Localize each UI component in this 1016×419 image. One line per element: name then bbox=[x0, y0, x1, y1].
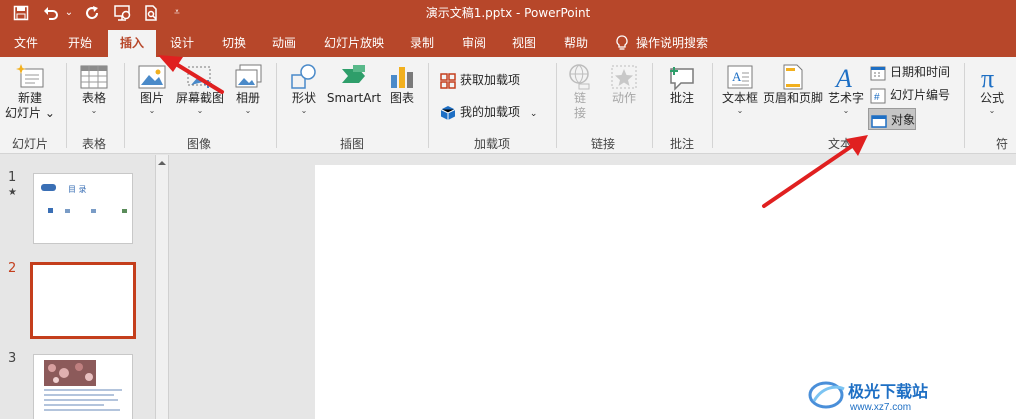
tab-view[interactable]: 视图 bbox=[502, 30, 546, 57]
group-label-text: 文本 bbox=[827, 137, 852, 151]
chevron-down-icon: ⌄ bbox=[90, 106, 98, 115]
chevron-down-icon: ⌄ bbox=[736, 106, 744, 115]
group-label-slides: 幻灯片 bbox=[11, 137, 48, 151]
watermark-text: 极光下载站 bbox=[848, 382, 928, 401]
chevron-down-icon: ⌄ bbox=[529, 109, 538, 119]
watermark-url: www.xz7.com bbox=[849, 402, 911, 413]
group-label-symbols: 符 bbox=[996, 137, 1009, 151]
new-slide-button[interactable]: 新建 幻灯片 ⌄ bbox=[4, 63, 56, 121]
tab-record[interactable]: 录制 bbox=[400, 30, 444, 57]
tab-transitions[interactable]: 切换 bbox=[212, 30, 256, 57]
store-icon bbox=[440, 72, 456, 89]
date-time-button[interactable]: 日期和时间 bbox=[870, 61, 950, 83]
link-button[interactable]: 链 接 bbox=[562, 63, 598, 121]
svg-text:π: π bbox=[981, 64, 994, 91]
header-footer-button[interactable]: 页眉和页脚 bbox=[762, 63, 824, 106]
my-addins-button[interactable]: 我的加载项 ⌄ bbox=[440, 101, 537, 123]
screenshot-button[interactable]: 屏幕截图 ⌄ bbox=[172, 63, 228, 115]
document-title: 演示文稿1.pptx - PowerPoint bbox=[425, 6, 591, 20]
object-icon bbox=[871, 114, 887, 128]
chart-button[interactable]: 图表 bbox=[384, 63, 420, 106]
title-bar: ⌄ ⩡ 演示文稿1.pptx - PowerPoint bbox=[0, 0, 1016, 27]
chevron-down-icon: ⌄ bbox=[300, 106, 308, 115]
group-label-tables: 表格 bbox=[81, 137, 106, 151]
lightbulb-icon[interactable] bbox=[612, 30, 632, 57]
table-button[interactable]: 表格 ⌄ bbox=[72, 63, 116, 115]
group-separator bbox=[964, 63, 965, 148]
slide-1-title: 目 录 bbox=[68, 185, 87, 194]
watermark: 极光下载站 www.xz7.com bbox=[806, 377, 1006, 413]
tab-slideshow[interactable]: 幻灯片放映 bbox=[318, 30, 390, 57]
group-separator bbox=[124, 63, 125, 148]
chevron-down-icon: ⌄ bbox=[244, 106, 252, 115]
wordart-button[interactable]: A 艺术字 ⌄ bbox=[826, 63, 866, 115]
chevron-down-icon: ⌄ bbox=[148, 106, 156, 115]
calendar-icon bbox=[870, 66, 886, 80]
group-label-images: 图像 bbox=[186, 137, 211, 151]
slide-1-preview: 目 录 bbox=[41, 184, 127, 213]
slide-number-icon: # bbox=[870, 88, 886, 103]
group-separator bbox=[428, 63, 429, 148]
object-button[interactable]: 对象 bbox=[868, 108, 916, 130]
smartart-button[interactable]: SmartArt bbox=[326, 63, 382, 106]
group-separator bbox=[66, 63, 67, 148]
animation-star-icon: ★ bbox=[8, 187, 17, 198]
chevron-down-icon: ⌄ bbox=[196, 106, 204, 115]
group-separator bbox=[276, 63, 277, 148]
ribbon-insert: 新建 幻灯片 ⌄ 幻灯片 表格 ⌄ 表格 图片 ⌄ 屏幕截图 ⌄ 相册 ⌄ 图像… bbox=[0, 57, 1016, 154]
equation-button[interactable]: π 公式 ⌄ bbox=[972, 63, 1012, 115]
tab-insert[interactable]: 插入 bbox=[108, 30, 156, 57]
tab-help[interactable]: 帮助 bbox=[554, 30, 598, 57]
thumbnail-scrollbar[interactable] bbox=[155, 155, 169, 419]
group-label-addins: 加载项 bbox=[473, 137, 510, 151]
slide-thumbnail-pane: 1 ★ 目 录 2 3 bbox=[0, 155, 155, 419]
picture-button[interactable]: 图片 ⌄ bbox=[132, 63, 172, 115]
slide-thumbnail-2[interactable] bbox=[30, 262, 136, 339]
tab-design[interactable]: 设计 bbox=[160, 30, 204, 57]
tab-home[interactable]: 开始 bbox=[58, 30, 102, 57]
addin-cube-icon bbox=[440, 105, 456, 120]
chevron-down-icon: ⌄ bbox=[988, 106, 996, 115]
scroll-up-icon[interactable] bbox=[156, 157, 168, 169]
svg-text:#: # bbox=[874, 92, 880, 103]
chevron-down-icon: ⌄ bbox=[842, 106, 850, 115]
watermark-logo-icon: 极光下载站 www.xz7.com bbox=[808, 381, 928, 413]
photo-album-button[interactable]: 相册 ⌄ bbox=[230, 63, 266, 115]
slide-number-button[interactable]: # 幻灯片编号 bbox=[870, 84, 950, 106]
group-separator bbox=[556, 63, 557, 148]
tab-animations[interactable]: 动画 bbox=[262, 30, 306, 57]
group-separator bbox=[652, 63, 653, 148]
slide-number-3: 3 bbox=[8, 351, 17, 366]
tell-me-search[interactable]: 操作说明搜索 bbox=[636, 30, 726, 57]
slide-number-1: 1 bbox=[8, 170, 17, 185]
shapes-button[interactable]: 形状 ⌄ bbox=[284, 63, 324, 115]
svg-text:A: A bbox=[732, 69, 742, 84]
textbox-button[interactable]: A 文本框 ⌄ bbox=[718, 63, 762, 115]
action-button[interactable]: 动作 bbox=[604, 63, 644, 106]
group-separator bbox=[712, 63, 713, 148]
group-label-links: 链接 bbox=[590, 137, 615, 151]
tab-file[interactable]: 文件 bbox=[4, 30, 48, 57]
slide-thumbnail-3[interactable] bbox=[33, 354, 133, 419]
get-addins-button[interactable]: 获取加载项 bbox=[440, 69, 520, 91]
slide-thumbnail-1[interactable]: 目 录 bbox=[33, 173, 133, 244]
comment-button[interactable]: 批注 bbox=[662, 63, 702, 106]
slide-3-preview bbox=[44, 360, 122, 411]
ribbon-tabs: 文件 开始 插入 设计 切换 动画 幻灯片放映 录制 审阅 视图 帮助 操作说明… bbox=[0, 27, 1016, 57]
powerpoint-window: ⌄ ⩡ 演示文稿1.pptx - PowerPoint 文件 开始 插入 设计 … bbox=[0, 0, 1016, 419]
new-slide-label: 幻灯片 ⌄ bbox=[5, 106, 55, 120]
group-label-comments: 批注 bbox=[669, 137, 694, 151]
slide-number-2: 2 bbox=[8, 261, 17, 276]
group-label-illustrations: 插图 bbox=[339, 137, 364, 151]
tab-review[interactable]: 审阅 bbox=[452, 30, 496, 57]
svg-text:A: A bbox=[834, 64, 852, 91]
